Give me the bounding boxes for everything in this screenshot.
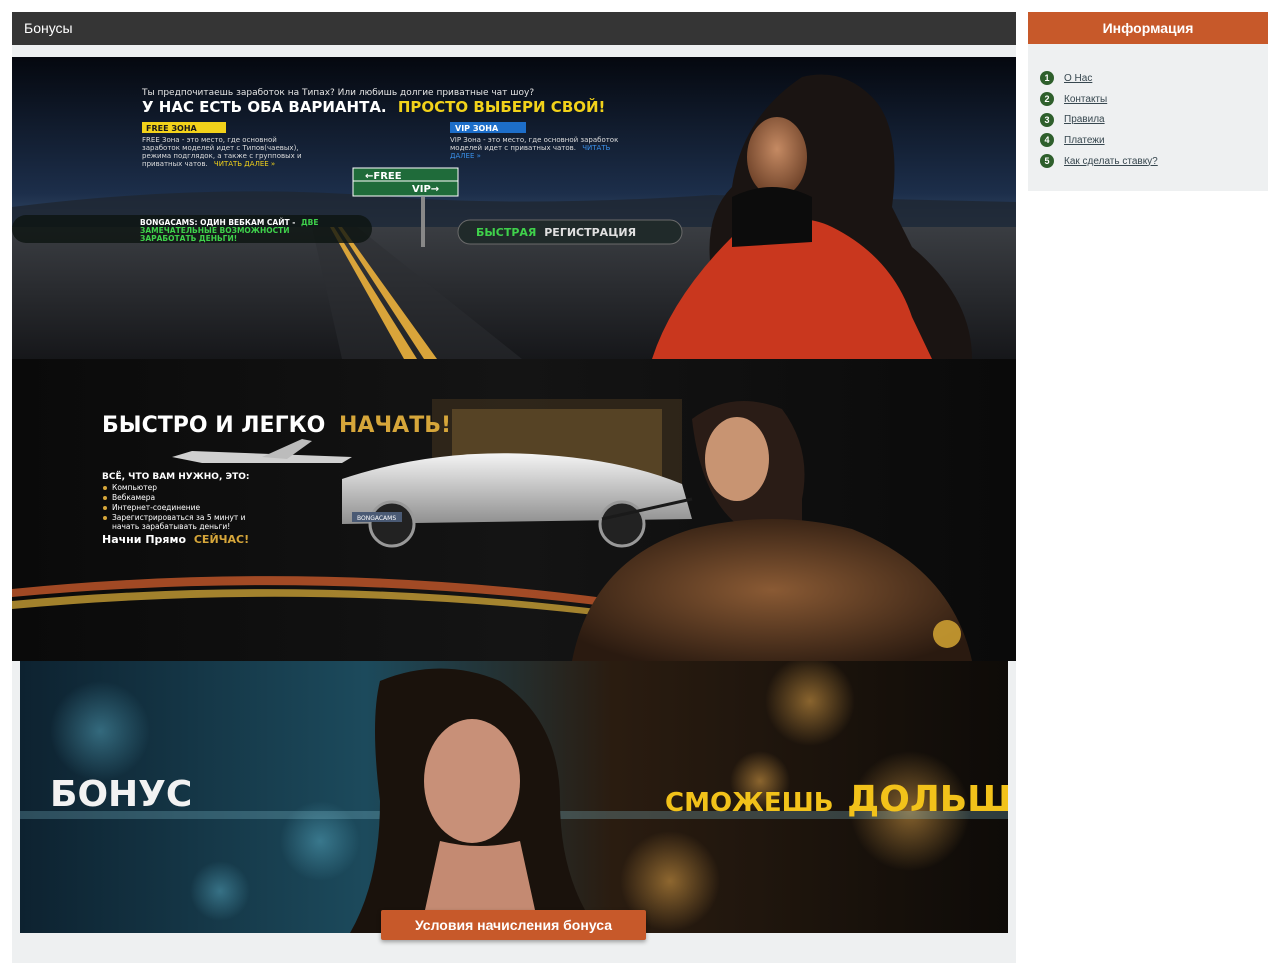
number-badge-4: 4 [1040,133,1054,148]
banner-free-vip-art: ←FREE VIP→ Ты предпочитаешь заработок на… [12,57,1016,359]
free-zone-text-4: приватных чатов. ЧИТАТЬ ДАЛЕЕ » [142,160,275,168]
banner-bonus[interactable]: БОНУС СМОЖЕШЬ ДОЛЬШЕ [20,661,1008,933]
free-zone-text-3: режима подглядок, а также с групповых и [142,152,302,160]
requirement-item-2: Вебкамера [112,493,155,502]
banner2-headline-main: БЫСТРО И ЛЕГКО [102,413,325,438]
link-contacts[interactable]: Контакты [1064,94,1107,105]
link-about[interactable]: О Нас [1064,73,1092,84]
banner1-headline-accent: ПРОСТО ВЫБЕРИ СВОЙ! [398,97,606,116]
requirement-item-5: начать зарабатывать деньги! [112,522,230,531]
banner-quick-start[interactable]: BONGACAMS БЫСТРО И ЛЕГКО НАЧАТЬ! ВСЁ, ЧТ… [12,359,1016,661]
page-title: Бонусы [12,12,1016,45]
banner3-bonus-title: БОНУС [50,774,192,815]
sidebar-title: Информация [1028,12,1268,44]
free-zone-read-more-link[interactable]: ЧИТАТЬ ДАЛЕЕ » [214,160,275,168]
info-list-item: 2 Контакты [1040,89,1268,110]
banner2-cta-main: Начни Прямо [102,533,186,546]
requirement-item-4: Зарегистрироваться за 5 минут и [112,513,246,522]
info-list-item: 3 Правила [1040,109,1268,130]
banner2-need-heading: ВСЁ, ЧТО ВАМ НУЖНО, ЭТО: [102,471,250,482]
info-list-item: 4 Платежи [1040,130,1268,151]
banner2-headline: БЫСТРО И ЛЕГКО НАЧАТЬ! [102,413,451,438]
number-badge-2: 2 [1040,92,1054,107]
link-payments[interactable]: Платежи [1064,135,1105,146]
vip-zone-read-more-link-2[interactable]: ДАЛЕЕ » [450,152,481,160]
quick-registration-rest: РЕГИСТРАЦИЯ [544,226,636,239]
bongacams-tagline-accent: ДВЕ [301,218,319,227]
vip-zone-text-1: VIP Зона - это место, где основной зараб… [450,136,618,144]
vip-zone-text-2-main: моделей идет с приватных чатов. [450,144,576,152]
number-badge-5: 5 [1040,154,1054,169]
banner-free-vip[interactable]: ←FREE VIP→ Ты предпочитаешь заработок на… [12,57,1016,359]
bonus-terms-button[interactable]: Условия начисления бонуса [381,910,646,940]
vip-zone-text-2: моделей идет с приватных чатов. ЧИТАТЬ [450,144,611,152]
free-zone-text-2: заработок моделей идет с Типов(чаевых), [142,144,299,152]
banner-bonus-art: БОНУС СМОЖЕШЬ ДОЛЬШЕ [20,661,1008,933]
info-list: 1 О Нас 2 Контакты 3 Правила 4 Платежи 5… [1028,44,1268,171]
banner2-headline-accent: НАЧАТЬ! [339,413,451,438]
banner3-slogan-2: ДОЛЬШЕ [847,779,1008,820]
number-badge-1: 1 [1040,71,1054,86]
free-zone-label: FREE ЗОНА [146,124,198,133]
free-zone-text-4-main: приватных чатов. [142,160,208,168]
car-plate-text: BONGACAMS [357,515,396,522]
banner2-cta[interactable]: Начни Прямо СЕЙЧАС! [102,533,249,546]
quick-registration-accent: БЫСТРАЯ [476,226,536,239]
banner1-headline: У НАС ЕСТЬ ОБА ВАРИАНТА. ПРОСТО ВЫБЕРИ С… [142,97,605,116]
banner2-cta-accent: СЕЙЧАС! [194,533,249,546]
banner1-question: Ты предпочитаешь заработок на Типах? Или… [141,88,534,98]
requirement-item-3: Интернет-соединение [112,503,201,512]
requirement-item-1: Компьютер [112,483,157,492]
vip-zone-read-more-link[interactable]: ЧИТАТЬ [582,144,610,152]
sign-vip-label: VIP→ [412,184,439,195]
number-badge-3: 3 [1040,112,1054,127]
banner1-headline-main: У НАС ЕСТЬ ОБА ВАРИАНТА. [142,98,387,116]
info-list-item: 1 О Нас [1040,68,1268,89]
banner3-slogan-1: СМОЖЕШЬ [665,788,834,818]
banner-quick-start-art: BONGACAMS БЫСТРО И ЛЕГКО НАЧАТЬ! ВСЁ, ЧТ… [12,359,1016,661]
bongacams-tagline-3: ЗАРАБОТАТЬ ДЕНЬГИ! [140,234,237,243]
quick-registration-label[interactable]: БЫСТРАЯ РЕГИСТРАЦИЯ [476,226,636,239]
free-zone-text-1: FREE Зона - это место, где основной [142,136,277,144]
link-rules[interactable]: Правила [1064,114,1105,125]
link-how-to-bet[interactable]: Как сделать ставку? [1064,156,1158,167]
sign-free-label: ←FREE [365,171,402,182]
info-sidebar: Информация 1 О Нас 2 Контакты 3 Правила … [1028,12,1268,191]
info-list-item: 5 Как сделать ставку? [1040,151,1268,172]
vip-zone-label: VIP ЗОНА [455,124,499,133]
